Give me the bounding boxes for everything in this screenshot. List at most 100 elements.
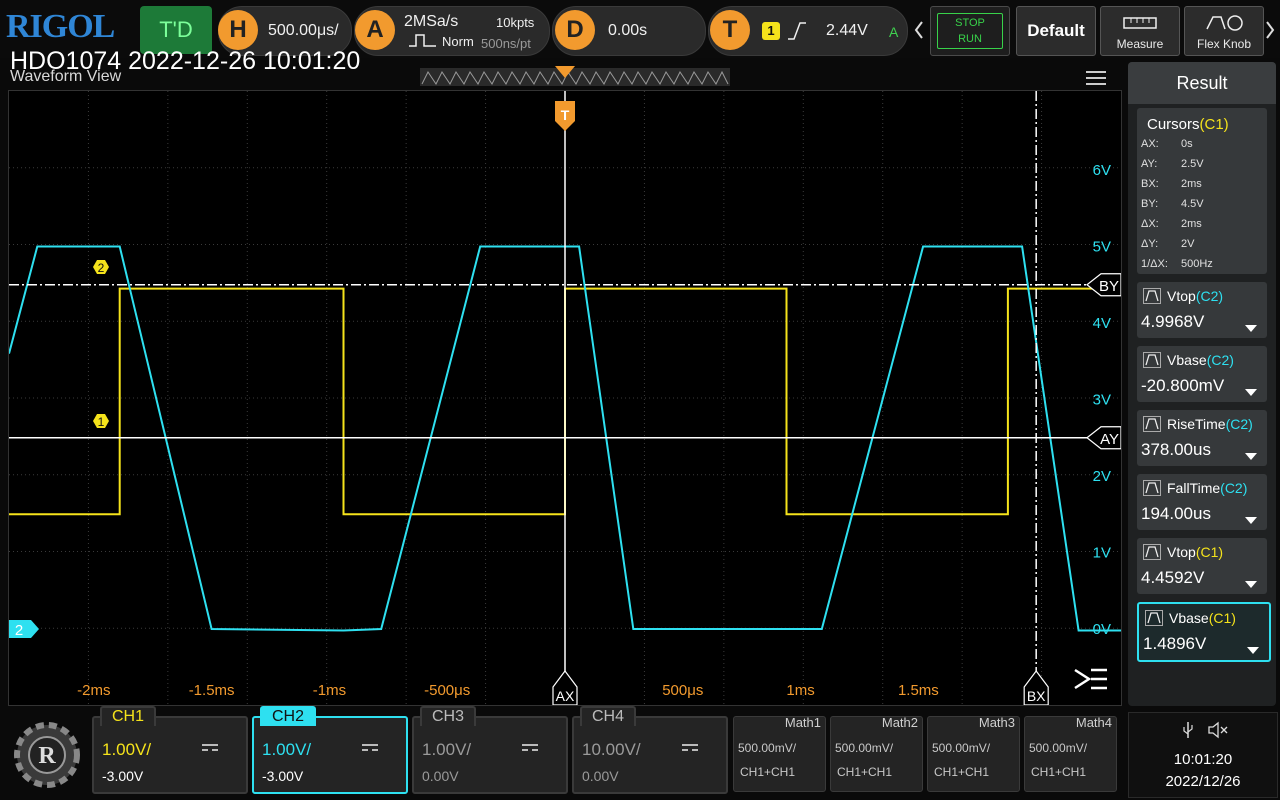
measurement-card[interactable]: FallTime(C2) 194.00us [1137,474,1267,530]
svg-text:R: R [38,743,56,769]
channel-tab[interactable]: CH3 [420,706,477,726]
cursor-ax-label: AX [556,688,575,704]
measurement-name: Vbase [1167,352,1207,368]
math-scale: 500.00mV/ [932,741,991,755]
memory-depth: 10kpts [496,15,535,30]
dropdown-arrow-icon[interactable] [1245,517,1257,524]
math-box-4[interactable]: Math4 500.00mV/CH1+CH1 [1024,715,1117,792]
measurement-value: 4.4592V [1141,568,1205,587]
channel-offset: 0.00V [582,768,619,784]
flex-knob-button[interactable]: Flex Knob [1184,6,1264,56]
clock-date: 2022/12/26 [1165,773,1241,790]
x-tick-label: 1ms [786,682,814,699]
trigger-key[interactable]: T [710,10,750,50]
math-tab[interactable]: Math4 [1076,715,1112,730]
channel-box-ch4[interactable]: CH4 10.00V/0.00V [572,706,728,794]
math-source: CH1+CH1 [837,765,893,779]
math-box-2[interactable]: Math2 500.00mV/CH1+CH1 [830,715,923,792]
math-scale: 500.00mV/ [1029,741,1088,755]
acquire-key[interactable]: A [355,10,395,50]
cursor-row-value: 4.5V [1181,198,1204,210]
measurement-value: 4.9968V [1141,312,1205,331]
measurement-card[interactable]: Vbase(C2) -20.800mV [1137,346,1267,402]
measurement-card[interactable]: Vtop(C2) 4.9968V [1137,282,1267,338]
math-scale: 500.00mV/ [835,741,894,755]
cursor-row-value: 0s [1181,138,1193,150]
math-source: CH1+CH1 [740,765,796,779]
ch2-level-marker-label: 2 [98,261,105,275]
delay-key[interactable]: D [555,10,595,50]
rigol-logo: RIGOL [6,8,115,45]
x-tick-label: -1ms [313,682,346,699]
stop-label: STOP [955,17,985,29]
measurement-value: 378.00us [1141,440,1211,459]
math-tab[interactable]: Math3 [979,715,1015,730]
math-tab[interactable]: Math1 [785,715,821,730]
cursor-row-label: AY: [1141,158,1158,170]
default-button[interactable]: Default [1016,6,1096,56]
cursor-row-label: BY: [1141,198,1159,210]
cursor-row-value: 2.5V [1181,158,1204,170]
home-button[interactable]: R [8,716,86,794]
measurement-name: Vtop [1167,544,1196,560]
measurement-value: 1.4896V [1143,634,1207,653]
trigger-source-badge: 1 [762,22,780,40]
measurement-card[interactable]: Vbase(C1) 1.4896V [1137,602,1271,662]
measure-icon [1145,610,1163,626]
stop-run-button[interactable]: STOP RUN [930,6,1010,56]
dropdown-arrow-icon[interactable] [1245,581,1257,588]
measurement-name: Vtop [1167,288,1196,304]
math-scale: 500.00mV/ [738,741,797,755]
cursor-by-label: BY [1099,278,1119,295]
channel-tab[interactable]: CH4 [580,706,637,726]
measurement-name: Vbase [1169,610,1209,626]
cursor-bx-label: BX [1027,688,1046,704]
channel-scale: 1.00V/ [102,740,152,759]
waveform-menu-icon[interactable] [1086,70,1106,86]
toolbar-scroll-right[interactable] [1262,6,1278,54]
measurement-card[interactable]: Vtop(C1) 4.4592V [1137,538,1267,594]
rigol-gear-icon: R [14,722,80,788]
math-tab[interactable]: Math2 [882,715,918,730]
status-clock-panel: 10:01:20 2022/12/26 [1128,712,1278,798]
speaker-muted-icon[interactable] [1207,721,1229,739]
cursors-card-source: (C1) [1199,116,1229,133]
channel-tab[interactable]: CH1 [100,706,157,726]
dc-coupling-dash-icon [522,749,538,757]
dropdown-arrow-icon[interactable] [1245,453,1257,460]
channel-offset: -3.00V [262,768,304,784]
measure-icon [1143,352,1161,368]
math-box-1[interactable]: Math1 500.00mV/CH1+CH1 [733,715,826,792]
cursor-lines: T [9,91,1121,705]
measurement-source: (C2) [1206,352,1234,368]
dropdown-arrow-icon[interactable] [1245,389,1257,396]
waveform-display[interactable]: T -2ms -1.5ms -1ms -500μs 500μs 1ms 1.5ms 6V 5V 4… [8,90,1122,706]
horizontal-position-bar[interactable] [420,66,732,88]
channel-tab[interactable]: CH2 [260,706,317,726]
y-tick-label: 6V [1093,162,1111,179]
waveform-plot[interactable]: T -2ms -1.5ms -1ms -500μs 500μs 1ms 1.5ms 6V 5V 4… [9,91,1121,705]
default-label: Default [1027,21,1085,40]
cursor-row-label: 1/ΔX: [1141,258,1168,270]
measurement-card[interactable]: RiseTime(C2) 378.00us [1137,410,1267,466]
horizontal-key[interactable]: H [218,10,258,50]
cursor-row-label: BX: [1141,178,1159,190]
math-source: CH1+CH1 [934,765,990,779]
channel-box-ch2[interactable]: CH2 1.00V/ -3.00V [252,706,408,794]
y-tick-label: 4V [1093,315,1111,332]
cursors-card[interactable]: Cursors(C1) AX: 0s AY: 2.5V BX: 2ms BY: 4.5V ΔX:… [1137,108,1267,274]
instrument-header: HDO1074 2022-12-26 10:01:20 [10,47,361,75]
cursor-row-value: 2ms [1181,218,1202,230]
x-tick-label: -2ms [77,682,110,699]
y-tick-label: 2V [1093,468,1111,485]
dropdown-arrow-icon[interactable] [1245,325,1257,332]
channel-box-ch1[interactable]: CH1 1.00V/ -3.00V [92,706,248,794]
channel-offset: 0.00V [422,768,459,784]
math-box-3[interactable]: Math3 500.00mV/CH1+CH1 [927,715,1020,792]
toolbar-scroll-left[interactable] [912,6,926,54]
channel-box-ch3[interactable]: CH3 1.00V/0.00V [412,706,568,794]
pulse-icon [409,34,436,47]
dropdown-arrow-icon[interactable] [1247,647,1259,654]
measure-button[interactable]: Measure [1100,6,1180,56]
x-tick-label: 500μs [662,682,703,699]
